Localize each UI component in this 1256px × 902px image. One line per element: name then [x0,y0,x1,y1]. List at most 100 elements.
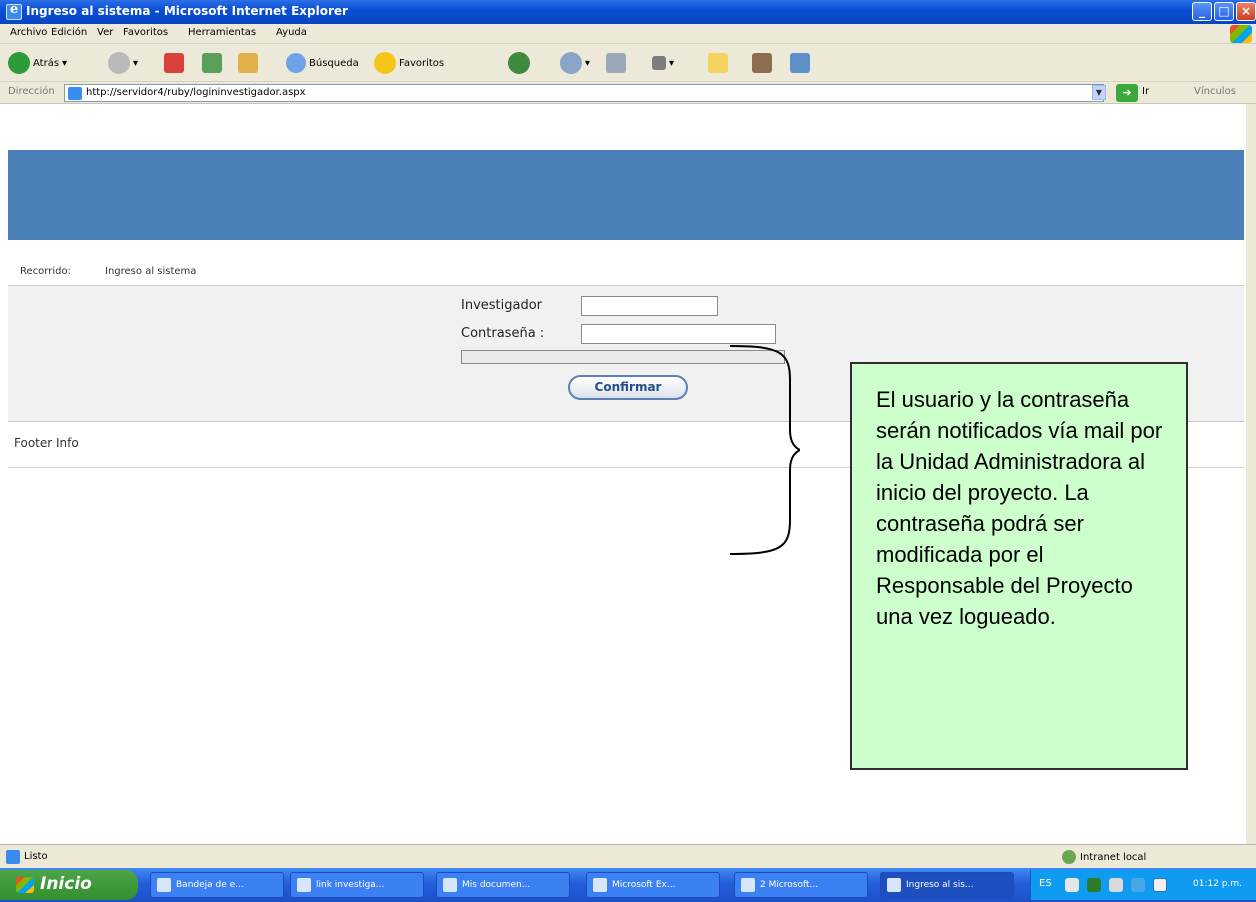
back-arrow-icon [8,52,30,74]
menu-herramientas[interactable]: Herramientas [188,27,256,38]
go-label[interactable]: Ir [1142,86,1149,97]
start-button[interactable]: Inicio [0,870,138,900]
stop-button[interactable] [164,51,184,75]
favorites-button[interactable]: Favoritos [374,51,444,75]
forward-dropdown-icon[interactable]: ▾ [133,58,138,69]
search-icon [286,53,306,73]
confirm-button[interactable]: Confirmar [568,375,688,400]
language-indicator[interactable]: ES [1039,878,1052,889]
home-button[interactable] [238,51,258,75]
task-word[interactable]: 2 Microsoft... [734,872,868,898]
messenger-tray-icon[interactable] [1131,878,1145,892]
callout-box: El usuario y la contraseña serán notific… [850,362,1188,770]
mail-button[interactable]: ▾ [560,51,590,75]
excel-icon [593,878,607,892]
investigador-input[interactable] [581,296,718,316]
print-button[interactable] [606,51,626,75]
status-text: Listo [24,851,48,862]
screen: Ingreso al sistema - Microsoft Internet … [0,0,1256,902]
menu-ver[interactable]: Ver [97,27,113,38]
task-label: Mis documen... [462,880,531,890]
edit-button[interactable]: ▾ [652,51,674,75]
toolbar: Atrás ▾ ▾ Búsqueda Favoritos ▾ ▾ [0,44,1256,82]
menu-bar: Archivo Edición Ver Favoritos Herramient… [0,24,1256,44]
menu-favoritos[interactable]: Favoritos [123,27,168,38]
research-button[interactable] [752,51,772,75]
footer-text: Footer Info [14,436,79,450]
mail-dropdown-icon[interactable]: ▾ [585,58,590,69]
maximize-button[interactable]: □ [1214,2,1234,21]
security-zone[interactable]: Intranet local [1062,849,1146,865]
wireless-icon[interactable] [1153,878,1167,892]
task-label: link investiga... [316,880,385,890]
search-label: Búsqueda [309,57,359,69]
history-button[interactable] [508,51,530,75]
password-label: Contraseña : [461,326,545,341]
history-icon [508,52,530,74]
header-banner [8,150,1244,240]
search-button[interactable]: Búsqueda [286,51,359,75]
window-title: Ingreso al sistema - Microsoft Internet … [26,4,348,18]
task-link-investigador[interactable]: link investiga... [290,872,424,898]
task-mis-documentos[interactable]: Mis documen... [436,872,570,898]
messenger-button[interactable] [790,51,810,75]
mail-icon [560,52,582,74]
menu-archivo[interactable]: Archivo [10,27,47,38]
home-icon [238,53,258,73]
forward-button[interactable]: ▾ [108,51,138,75]
page-icon [68,87,82,100]
task-ingreso-al-sistema[interactable]: Ingreso al sis... [880,872,1014,898]
address-bar: Dirección http://servidor4/ruby/logininv… [0,82,1256,104]
links-label[interactable]: Vínculos [1194,86,1236,97]
zone-text: Intranet local [1080,851,1147,863]
favorites-star-icon [374,52,396,74]
refresh-icon [202,53,222,73]
address-label: Dirección [8,86,55,97]
forward-arrow-icon [108,52,130,74]
callout-text: El usuario y la contraseña serán notific… [876,387,1163,629]
edit-dropdown-icon[interactable]: ▾ [669,58,674,69]
menu-ayuda[interactable]: Ayuda [276,27,307,38]
curly-brace [730,345,800,555]
intranet-icon [1062,850,1076,864]
status-bar: Listo Intranet local [0,844,1256,868]
network-icon[interactable] [1065,878,1079,892]
ie-icon [6,2,22,20]
research-icon [752,53,772,73]
address-dropdown-icon[interactable]: ▼ [1092,85,1106,100]
task-outlook[interactable]: Bandeja de e... [150,872,284,898]
address-field[interactable]: http://servidor4/ruby/logininvestigador.… [64,84,1104,102]
back-button[interactable]: Atrás ▾ [8,51,67,75]
refresh-button[interactable] [202,51,222,75]
breadcrumb-value: Ingreso al sistema [105,266,197,277]
back-dropdown-icon[interactable]: ▾ [62,58,67,69]
task-label: Ingreso al sis... [906,880,974,890]
address-url[interactable]: http://servidor4/ruby/logininvestigador.… [86,87,306,98]
folder-icon [708,53,728,73]
password-input[interactable] [581,324,776,344]
title-bar: Ingreso al sistema - Microsoft Internet … [0,0,1256,24]
breadcrumb: Recorrido: Ingreso al sistema [8,240,1244,286]
page-status-icon [6,850,20,864]
folder-icon [443,878,457,892]
close-button[interactable]: × [1236,2,1256,21]
taskbar: Inicio Bandeja de e... link investiga...… [0,868,1256,902]
favorites-label: Favoritos [399,57,445,69]
system-tray: ES 01:12 p.m. [1030,870,1256,900]
clock: 01:12 p.m. [1193,879,1242,889]
folder-icon [297,878,311,892]
folder-button[interactable] [708,51,728,75]
messenger-icon [790,53,810,73]
menu-edicion[interactable]: Edición [51,27,87,38]
windows-flag-icon [16,877,34,893]
volume-icon[interactable] [1109,878,1123,892]
go-arrow-icon[interactable]: ➔ [1116,84,1138,102]
edit-icon [652,56,666,70]
minimize-button[interactable]: _ [1192,2,1212,21]
antivirus-icon[interactable] [1087,878,1101,892]
word-icon [741,878,755,892]
breadcrumb-label: Recorrido: [20,266,71,277]
brace-path [730,345,800,555]
stop-icon [164,53,184,73]
task-excel[interactable]: Microsoft Ex... [586,872,720,898]
